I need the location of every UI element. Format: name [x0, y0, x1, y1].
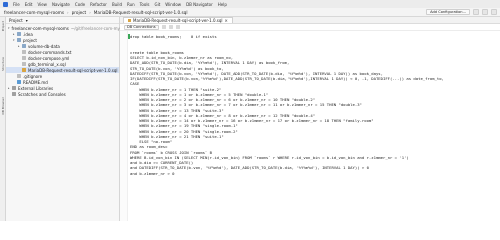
tree-item-label: .gitignore [23, 73, 43, 79]
breadcrumb-project[interactable]: freelancer-com-mysql-rooms [4, 10, 64, 15]
tree-item[interactable]: Scratches and Consoles [6, 91, 119, 97]
tree-item-label: freelancer-com-mysql-rooms [11, 25, 69, 31]
folder-icon [22, 44, 26, 48]
run-icon[interactable] [473, 9, 479, 15]
menu-file[interactable]: File [13, 2, 20, 7]
menu-window[interactable]: Window [165, 2, 181, 7]
sql-file-icon [128, 19, 131, 22]
tree-item-label: volume-db-data [28, 43, 60, 49]
editor-area: MariaDB-Request-result-sql-script-ver-1.… [120, 17, 500, 221]
chevron-down-icon[interactable]: ▾ [8, 26, 10, 30]
project-tree: ▾ freelancer-com-mysql-rooms ~/git/freelan… [6, 24, 139, 97]
add-configuration-button[interactable]: Add Configuration... [426, 9, 470, 15]
search-icon[interactable] [491, 9, 497, 15]
lib-icon [12, 92, 16, 96]
sql-icon [22, 68, 26, 72]
tool-tab-db-browser[interactable]: DB Browser [1, 97, 5, 114]
app-icon [3, 1, 8, 7]
close-icon[interactable]: × [225, 18, 228, 23]
menu-edit[interactable]: Edit [25, 2, 33, 7]
file-icon [22, 62, 26, 66]
settings-icon[interactable] [175, 25, 180, 29]
file-icon [22, 56, 26, 60]
project-panel-header: Project ▾ [6, 17, 119, 24]
folder-icon [17, 32, 21, 36]
menu-build[interactable]: Build [112, 2, 122, 7]
breadcrumb-separator-icon: › [89, 9, 91, 15]
editor-tab-label: MariaDB-Request-result-sql-script-ver-1.… [133, 18, 223, 23]
tool-tab-project[interactable]: Project [1, 21, 5, 31]
menu-help[interactable]: Help [218, 2, 227, 7]
breadcrumb-folder[interactable]: project [72, 10, 87, 15]
folder-icon [17, 38, 21, 42]
tree-item-label: gdb_terminal_x.sql [28, 61, 66, 67]
navigation-bar: freelancer-com-mysql-rooms › project › M… [0, 8, 500, 17]
menu-bar: File Edit View Navigate Code Refactor Bu… [0, 0, 500, 8]
db-connections-dropdown[interactable]: DB Connections [124, 24, 159, 30]
debug-icon[interactable] [482, 9, 488, 15]
menu-git[interactable]: Git [155, 2, 161, 7]
breadcrumb-file[interactable]: MariaDB-Request-result-sql-script-ver-1.… [94, 10, 188, 15]
tree-item-label: .idea [23, 31, 33, 37]
chevron-down-icon[interactable]: ▾ [26, 18, 28, 23]
code-line: and b.z1mmer_nr > 0 [130, 170, 175, 176]
tree-item-label: Scratches and Consoles [18, 91, 66, 97]
menu-run[interactable]: Run [127, 2, 135, 7]
code-lines: drop table book_rooms; 0 if exists create… [130, 34, 498, 176]
menu-view[interactable]: View [37, 2, 47, 7]
menu-db-navigator[interactable]: DB Navigator [186, 2, 213, 7]
breadcrumb-separator-icon: › [67, 9, 69, 15]
md-icon [17, 80, 21, 84]
editor-toolbar: DB Connections [120, 24, 500, 31]
code-editor[interactable]: drop table book_rooms; 0 if exists create… [120, 31, 500, 221]
tree-item-label: README.md [23, 79, 48, 85]
tree-item-label: External Libraries [18, 85, 54, 91]
menu-refactor[interactable]: Refactor [90, 2, 107, 7]
menu-navigate[interactable]: Navigate [52, 2, 70, 7]
lib-icon [12, 86, 16, 90]
project-panel-title[interactable]: Project [9, 18, 23, 23]
tree-item[interactable]: ▾ freelancer-com-mysql-rooms ~/git/freelan… [6, 25, 139, 31]
tree-item-label: docker-compose.yml [28, 55, 70, 61]
editor-tab[interactable]: MariaDB-Request-result-sql-script-ver-1.… [123, 17, 233, 23]
editor-tab-bar: MariaDB-Request-result-sql-script-ver-1.… [120, 17, 500, 24]
tree-item-label: MariaDB-Request-result-sql-script-ver-1.… [28, 67, 118, 73]
file-icon [17, 74, 21, 78]
line-gutter [120, 31, 128, 221]
history-icon[interactable] [168, 25, 173, 29]
tool-tab-structure[interactable]: Structure [1, 57, 5, 71]
menu-code[interactable]: Code [75, 2, 85, 7]
tree-item-label: project [23, 37, 37, 43]
project-panel: Project ▾ ▾ freelancer-com-mysql-rooms ~/g… [6, 17, 139, 221]
code-line: IF(DATEDIFF(STR_TO_DATE(b.von,'%Y%m%d'),… [130, 76, 444, 81]
menu-tools[interactable]: Tools [140, 2, 150, 7]
tree-item-label: docker-commands.txt [28, 49, 72, 55]
file-icon [22, 50, 26, 54]
execute-icon[interactable] [161, 25, 166, 29]
